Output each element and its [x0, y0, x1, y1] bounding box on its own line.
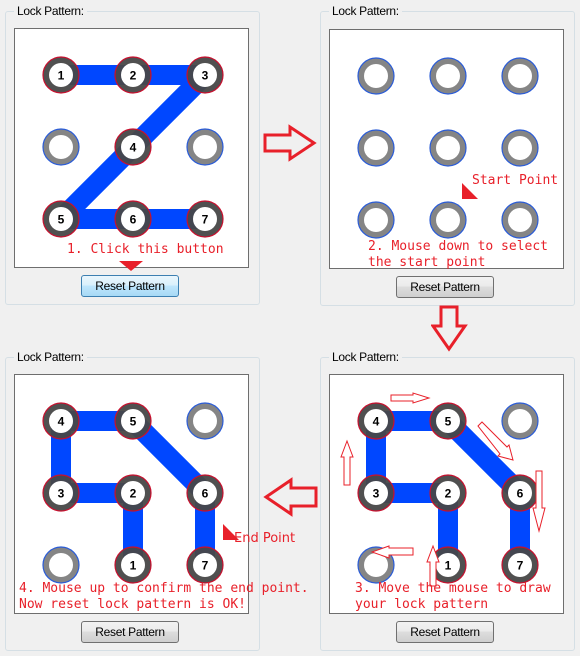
pattern-canvas-step1[interactable]: 1 2 3 4 5 6 7 1. Click this button — [14, 28, 249, 271]
node-label: 6 — [202, 487, 209, 501]
hint-arrow-right-icon — [390, 392, 431, 404]
group-title: Lock Pattern: — [14, 4, 87, 18]
node-label: 7 — [202, 213, 209, 227]
pattern-node[interactable] — [501, 57, 539, 95]
pattern-node-selected[interactable]: 7 — [186, 546, 224, 584]
annotation-mouse-down: 2. Mouse down to select — [368, 239, 549, 254]
annotation-reset-ok: Now reset lock pattern is OK! — [19, 597, 246, 612]
pattern-node-selected[interactable]: 2 — [114, 474, 152, 512]
pattern-node-selected[interactable]: 1 — [114, 546, 152, 584]
annotation-mouse-up: 4. Mouse up to confirm the end point. — [19, 581, 309, 596]
pattern-node[interactable] — [429, 129, 467, 167]
pattern-node[interactable] — [429, 201, 467, 239]
node-label: 2 — [130, 487, 137, 501]
annotation-end-point: End Point — [234, 531, 296, 546]
hint-arrow-up-icon — [340, 439, 354, 486]
pattern-node[interactable] — [186, 128, 224, 166]
reset-pattern-button[interactable]: Reset Pattern — [396, 276, 494, 298]
pattern-node-selected[interactable]: 6 — [114, 200, 152, 238]
annotation-start-point: Start Point — [472, 173, 559, 188]
pattern-node-selected[interactable]: 2 — [114, 56, 152, 94]
pattern-canvas-step3[interactable]: 4532617 3. Move the mouse to draw your l… — [329, 374, 564, 614]
pattern-grid: 1 2 3 4 5 6 7 — [42, 56, 224, 238]
pattern-node-selected[interactable]: 5 — [42, 200, 80, 238]
pattern-canvas-step2[interactable]: Start Point 2. Mouse down to select the … — [329, 29, 564, 270]
pattern-grid — [357, 57, 539, 239]
pattern-node[interactable] — [357, 129, 395, 167]
pattern-canvas-step4[interactable]: 4 5 3 2 6 1 7 End Point 4. Mouse up to confirm… — [14, 374, 309, 614]
pattern-node[interactable] — [357, 201, 395, 239]
annotation-draw-pattern: your lock pattern — [355, 597, 489, 612]
pattern-node-selected[interactable]: 5 — [114, 402, 152, 440]
hint-arrow-diagonal-icon — [477, 421, 514, 461]
pattern-node[interactable] — [357, 57, 395, 95]
pattern-grid: 4 5 3 2 6 1 7 — [42, 402, 224, 584]
group-title: Lock Pattern: — [329, 4, 402, 18]
reset-pattern-button[interactable]: Reset Pattern — [396, 621, 494, 643]
pattern-node-selected[interactable]: 4 — [114, 128, 152, 166]
node-label: 3 — [202, 69, 209, 83]
hint-arrow-left-icon — [370, 545, 414, 559]
node-label: 2 — [130, 69, 137, 83]
direction-hint-arrows — [340, 392, 546, 587]
pattern-node-selected[interactable]: 7 — [186, 200, 224, 238]
node-label: 1 — [130, 559, 137, 573]
pattern-node[interactable] — [501, 201, 539, 239]
pattern-node[interactable] — [429, 57, 467, 95]
flow-arrow-right-icon — [263, 124, 317, 162]
node-label: 7 — [202, 559, 209, 573]
node-label: 5 — [130, 415, 137, 429]
group-title: Lock Pattern: — [329, 350, 402, 364]
node-label: 4 — [58, 415, 65, 429]
node-label: 6 — [130, 213, 137, 227]
node-label: 5 — [58, 213, 65, 227]
pattern-node[interactable] — [42, 546, 80, 584]
node-label: 3 — [58, 487, 65, 501]
flow-arrow-down-icon — [431, 305, 468, 352]
pointer-triangle-down-icon — [119, 261, 143, 271]
annotation-move-mouse: 3. Move the mouse to draw — [355, 581, 551, 596]
pattern-node-selected[interactable]: 1 — [42, 56, 80, 94]
group-title: Lock Pattern: — [14, 350, 87, 364]
reset-pattern-button[interactable]: Reset Pattern — [81, 621, 179, 643]
annotation-click-button: 1. Click this button — [67, 242, 224, 257]
pattern-node[interactable] — [186, 402, 224, 440]
pattern-node-selected[interactable]: 6 — [186, 474, 224, 512]
pattern-node[interactable] — [42, 128, 80, 166]
hint-arrow-up-icon — [426, 544, 440, 587]
pattern-node[interactable] — [501, 129, 539, 167]
hint-arrow-down-icon — [532, 470, 546, 533]
pattern-node-selected[interactable]: 3 — [186, 56, 224, 94]
flow-arrow-left-icon — [263, 477, 318, 517]
node-label: 4 — [130, 141, 137, 155]
pattern-node-selected[interactable]: 3 — [42, 474, 80, 512]
pattern-node-selected[interactable]: 4 — [42, 402, 80, 440]
node-label: 1 — [58, 69, 65, 83]
reset-pattern-button[interactable]: Reset Pattern — [81, 275, 179, 297]
annotation-start-point-2: the start point — [368, 255, 486, 270]
